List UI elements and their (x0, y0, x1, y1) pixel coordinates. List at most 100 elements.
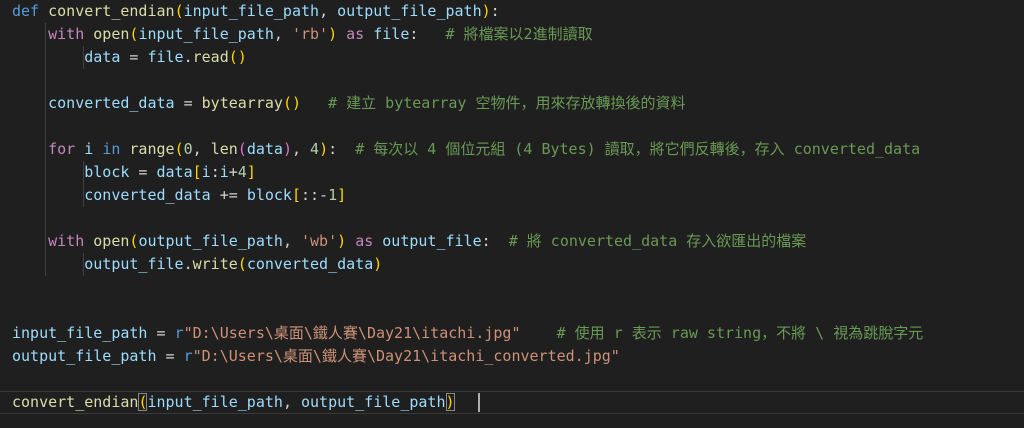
code-token: 1 (328, 186, 338, 204)
code-line[interactable]: converted_data = bytearray() # 建立 bytear… (0, 92, 1024, 115)
code-token: write (192, 255, 238, 273)
code-token: ) (337, 232, 347, 250)
code-token: output_file_path (12, 347, 157, 365)
code-token: () (228, 48, 247, 66)
code-token: r (174, 324, 184, 342)
code-token: [ (291, 186, 301, 204)
code-token: input_file_path (147, 393, 283, 411)
text-cursor (477, 393, 480, 412)
code-token: , (273, 25, 292, 43)
code-line[interactable]: def convert_endian(input_file_path, outp… (0, 0, 1024, 23)
code-token: , (291, 140, 311, 158)
code-line[interactable]: converted_data += block[::-1] (0, 184, 1024, 207)
code-line[interactable] (0, 115, 1024, 138)
code-line[interactable] (0, 368, 1024, 391)
code-line[interactable]: with open(output_file_path, 'wb') as out… (0, 230, 1024, 253)
code-token: : (328, 140, 356, 158)
code-token: open (93, 25, 130, 43)
code-line[interactable]: output_file.write(converted_data) (0, 253, 1024, 276)
code-line[interactable] (0, 299, 1024, 322)
code-token: with (48, 25, 85, 43)
code-line[interactable]: data = file.read() (0, 46, 1024, 69)
code-token: # 每次以 4 個位元組 (4 Bytes) 讀取，將它們反轉後，存入 conv… (355, 140, 921, 158)
code-token: file (147, 48, 184, 66)
code-token: 'wb' (301, 232, 338, 250)
code-line[interactable] (0, 69, 1024, 92)
code-token: converted_data (48, 94, 175, 112)
code-token: convert_endian (12, 393, 139, 411)
code-token: + (228, 163, 238, 181)
code-token: for (48, 140, 76, 158)
code-line[interactable] (0, 276, 1024, 299)
code-token: # 使用 r 表示 raw string，不將 \ 視為跳脫字元 (556, 324, 924, 342)
code-token: "D:\Users\桌面\鐵人賽\Day21\itachi_converted.… (192, 347, 620, 365)
code-token: ] (246, 163, 256, 181)
code-token: input_file_path (138, 25, 274, 43)
code-token: += (210, 186, 247, 204)
code-token: ( (174, 2, 184, 20)
code-token: = (147, 324, 175, 342)
code-line-current[interactable]: convert_endian(input_file_path, output_f… (0, 391, 1024, 414)
code-token: : (409, 25, 446, 43)
code-token: converted_data (84, 186, 211, 204)
code-token: # 建立 bytearray 空物件，用來存放轉換後的資料 (328, 94, 686, 112)
code-token: , (282, 393, 301, 411)
code-token: input_file_path (12, 324, 148, 342)
code-token: , (319, 2, 338, 20)
code-token: output_file_path (301, 393, 446, 411)
code-line[interactable]: with open(input_file_path, 'rb') as file… (0, 23, 1024, 46)
code-token: as (355, 232, 374, 250)
code-token: : (490, 2, 500, 20)
code-token: in (102, 140, 121, 158)
code-token: = (129, 163, 157, 181)
code-token: = (156, 347, 184, 365)
code-token: converted_data (246, 255, 374, 273)
code-token: open (93, 232, 130, 250)
code-token: r (183, 347, 193, 365)
code-token: = (120, 48, 148, 66)
code-token: # 將檔案以2進制讀取 (445, 25, 593, 43)
code-line[interactable] (0, 207, 1024, 230)
code-token: ::- (301, 186, 329, 204)
code-token: [ (192, 163, 202, 181)
code-token: ) (373, 255, 383, 273)
code-token: 4 (237, 163, 247, 181)
code-editor[interactable]: def convert_endian(input_file_path, outp… (0, 0, 1024, 428)
code-token: bytearray (201, 94, 283, 112)
code-token: output_file (382, 232, 482, 250)
code-token: output_file_path (138, 232, 283, 250)
code-token: ) (282, 140, 292, 158)
code-token: def (12, 2, 40, 20)
code-token: , (192, 140, 211, 158)
code-token: ] (337, 186, 347, 204)
code-token: i (201, 163, 211, 181)
code-token: data (84, 48, 121, 66)
code-token: . (183, 48, 193, 66)
code-line[interactable]: for i in range(0, len(data), 4): # 每次以 4… (0, 138, 1024, 161)
code-token: block (84, 163, 130, 181)
code-token: 4 (310, 140, 320, 158)
code-token: len (210, 140, 238, 158)
code-token: read (192, 48, 229, 66)
code-line[interactable]: input_file_path = r"D:\Users\桌面\鐵人賽\Day2… (0, 322, 1024, 345)
code-token: () (282, 94, 301, 112)
code-token: # 將 converted_data 存入欲匯出的檔案 (508, 232, 807, 250)
code-token: ) (481, 2, 491, 20)
code-token: range (129, 140, 175, 158)
code-token: ( (237, 255, 247, 273)
code-line[interactable]: block = data[i:i+4] (0, 161, 1024, 184)
code-token: block (246, 186, 292, 204)
code-token: . (183, 255, 193, 273)
code-line[interactable]: output_file_path = r"D:\Users\桌面\鐵人賽\Day… (0, 345, 1024, 368)
code-token: output_file_path (337, 2, 482, 20)
